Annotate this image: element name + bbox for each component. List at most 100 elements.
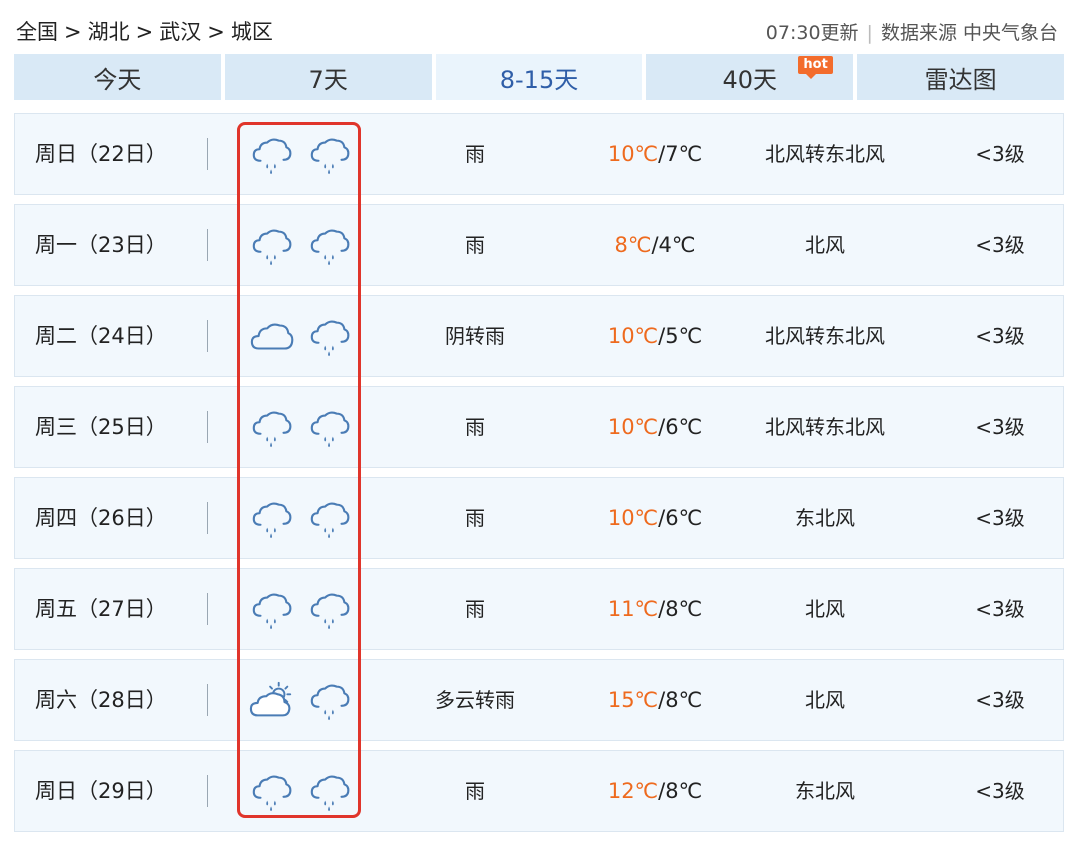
weather-description: 阴转雨 bbox=[445, 324, 505, 348]
row-divider bbox=[207, 775, 208, 807]
forecast-date: 周二（24日） bbox=[35, 324, 167, 348]
wind-level: <3级 bbox=[975, 779, 1025, 803]
forecast-row: 周三（25日） 雨 10℃/6℃ 北风转东北风 <3级 bbox=[14, 386, 1064, 468]
temperature-range: 8℃/4℃ bbox=[595, 205, 715, 285]
wind-level: <3级 bbox=[975, 597, 1025, 621]
row-divider bbox=[207, 593, 208, 625]
weather-description: 雨 bbox=[465, 597, 485, 621]
wind-direction: 北风转东北风 bbox=[765, 415, 885, 439]
hot-badge: hot bbox=[798, 56, 833, 79]
weather-description: 雨 bbox=[465, 779, 485, 803]
forecast-row: 周二（24日） 阴转雨 10℃/5℃ 北风转东北风 <3级 bbox=[14, 295, 1064, 377]
breadcrumb-item-city[interactable]: 武汉 bbox=[159, 20, 201, 44]
wind-level: <3级 bbox=[975, 142, 1025, 166]
high-temperature: 10℃ bbox=[607, 324, 659, 348]
update-info: 07:30更新 | 数据来源 中央气象台 bbox=[766, 18, 1058, 45]
rain-cloud-icon bbox=[307, 314, 353, 360]
rain-cloud-icon bbox=[249, 769, 295, 815]
data-source: 数据来源 中央气象台 bbox=[880, 22, 1058, 44]
wind-level: <3级 bbox=[975, 324, 1025, 348]
row-divider bbox=[207, 502, 208, 534]
high-temperature: 10℃ bbox=[607, 142, 659, 166]
rain-cloud-icon bbox=[307, 496, 353, 542]
weather-description: 雨 bbox=[465, 142, 485, 166]
forecast-date: 周日（29日） bbox=[35, 779, 167, 803]
weather-icons bbox=[249, 405, 359, 451]
tab-40-day-label: 40天 bbox=[722, 65, 778, 94]
wind-direction: 北风 bbox=[805, 688, 845, 712]
row-divider bbox=[207, 229, 208, 261]
low-temperature: /4℃ bbox=[651, 233, 696, 257]
high-temperature: 11℃ bbox=[607, 597, 659, 621]
overcast-cloud-icon bbox=[249, 314, 295, 360]
low-temperature: /6℃ bbox=[658, 415, 703, 439]
high-temperature: 10℃ bbox=[607, 415, 659, 439]
wind-direction: 东北风 bbox=[795, 506, 855, 530]
low-temperature: /6℃ bbox=[658, 506, 703, 530]
update-time: 07:30更新 bbox=[765, 22, 859, 44]
high-temperature: 8℃ bbox=[614, 233, 652, 257]
low-temperature: /8℃ bbox=[658, 779, 703, 803]
breadcrumb-separator: > bbox=[135, 20, 154, 44]
rain-cloud-icon bbox=[307, 769, 353, 815]
weather-icons bbox=[249, 132, 359, 178]
forecast-date: 周四（26日） bbox=[35, 506, 167, 530]
low-temperature: /8℃ bbox=[658, 688, 703, 712]
weather-description: 多云转雨 bbox=[435, 688, 515, 712]
weather-description: 雨 bbox=[465, 415, 485, 439]
forecast-date: 周五（27日） bbox=[35, 597, 167, 621]
breadcrumb: 全国 > 湖北 > 武汉 > 城区 bbox=[16, 16, 273, 46]
row-divider bbox=[207, 684, 208, 716]
row-divider bbox=[207, 320, 208, 352]
low-temperature: /5℃ bbox=[658, 324, 703, 348]
forecast-row: 周六（28日） 多云转雨 15℃/8℃ 北风 <3级 bbox=[14, 659, 1064, 741]
temperature-range: 10℃/5℃ bbox=[595, 296, 715, 376]
forecast-tabs: 今天 7天 8-15天 40天 hot 雷达图 bbox=[14, 54, 1064, 100]
row-divider bbox=[207, 411, 208, 443]
breadcrumb-item-district: 城区 bbox=[230, 20, 273, 44]
tab-7-day[interactable]: 7天 bbox=[224, 54, 432, 100]
wind-level: <3级 bbox=[975, 688, 1025, 712]
temperature-range: 12℃/8℃ bbox=[595, 751, 715, 831]
rain-cloud-icon bbox=[249, 223, 295, 269]
rain-cloud-icon bbox=[307, 678, 353, 724]
forecast-date: 周一（23日） bbox=[35, 233, 167, 257]
breadcrumb-separator: > bbox=[207, 20, 225, 44]
high-temperature: 15℃ bbox=[607, 688, 659, 712]
low-temperature: /8℃ bbox=[658, 597, 703, 621]
forecast-row: 周五（27日） 雨 11℃/8℃ 北风 <3级 bbox=[14, 568, 1064, 650]
rain-cloud-icon bbox=[249, 132, 295, 178]
tab-8-15-day[interactable]: 8-15天 bbox=[435, 54, 643, 100]
rain-cloud-icon bbox=[249, 496, 295, 542]
forecast-row: 周日（22日） 雨 10℃/7℃ 北风转东北风 <3级 bbox=[14, 113, 1064, 195]
weather-icons bbox=[249, 769, 359, 815]
forecast-date: 周日（22日） bbox=[35, 142, 167, 166]
temperature-range: 15℃/8℃ bbox=[595, 660, 715, 740]
rain-cloud-icon bbox=[307, 132, 353, 178]
wind-direction: 北风 bbox=[805, 597, 845, 621]
breadcrumb-item-country[interactable]: 全国 bbox=[16, 20, 58, 44]
forecast-row: 周日（29日） 雨 12℃/8℃ 东北风 <3级 bbox=[14, 750, 1064, 832]
weather-icons bbox=[249, 587, 359, 633]
breadcrumb-item-province[interactable]: 湖北 bbox=[88, 20, 130, 44]
wind-level: <3级 bbox=[975, 233, 1025, 257]
high-temperature: 12℃ bbox=[607, 779, 659, 803]
high-temperature: 10℃ bbox=[607, 506, 659, 530]
breadcrumb-separator: > bbox=[64, 20, 82, 44]
wind-direction: 北风转东北风 bbox=[765, 324, 885, 348]
temperature-range: 11℃/8℃ bbox=[595, 569, 715, 649]
rain-cloud-icon bbox=[307, 223, 353, 269]
tab-today[interactable]: 今天 bbox=[14, 54, 221, 100]
temperature-range: 10℃/6℃ bbox=[595, 387, 715, 467]
wind-direction: 北风 bbox=[805, 233, 845, 257]
rain-cloud-icon bbox=[307, 405, 353, 451]
info-divider: | bbox=[866, 22, 873, 44]
temperature-range: 10℃/6℃ bbox=[595, 478, 715, 558]
weather-icons bbox=[249, 678, 359, 724]
wind-level: <3级 bbox=[975, 415, 1025, 439]
tab-40-day[interactable]: 40天 hot bbox=[646, 54, 854, 100]
low-temperature: /7℃ bbox=[658, 142, 703, 166]
weather-description: 雨 bbox=[465, 506, 485, 530]
tab-radar[interactable]: 雷达图 bbox=[857, 54, 1064, 100]
rain-cloud-icon bbox=[249, 587, 295, 633]
